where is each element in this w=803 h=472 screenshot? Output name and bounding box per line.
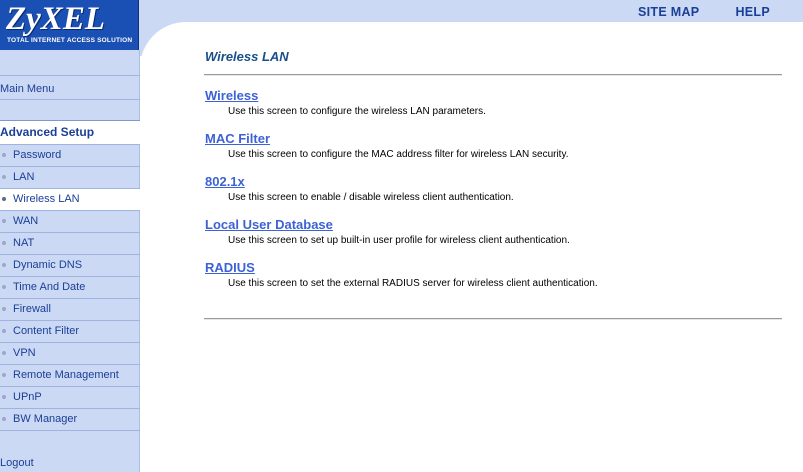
bullet-icon: [2, 263, 6, 267]
bullet-icon: [2, 351, 6, 355]
sidebar-divider: [0, 430, 140, 452]
sidebar-item-label: Content Filter: [13, 325, 80, 337]
sidebar-item-time-and-date[interactable]: Time And Date: [0, 276, 140, 298]
sidebar-item-label: UPnP: [13, 391, 42, 403]
sidebar-item-upnp[interactable]: UPnP: [0, 386, 140, 408]
entry-802-1x: 802.1x Use this screen to enable / disab…: [205, 174, 514, 204]
radius-description: Use this screen to set the external RADI…: [228, 278, 598, 289]
site-map-link[interactable]: SITE MAP: [638, 5, 699, 19]
802-1x-description: Use this screen to enable / disable wire…: [228, 192, 514, 203]
help-link[interactable]: HELP: [735, 5, 770, 19]
top-links: SITE MAP HELP: [638, 5, 770, 19]
sidebar-item-wireless-lan[interactable]: Wireless LAN: [0, 188, 140, 210]
bullet-icon: [2, 417, 6, 421]
sidebar-main-menu[interactable]: Main Menu: [0, 79, 140, 99]
sidebar-item-content-filter[interactable]: Content Filter: [0, 320, 140, 342]
bullet-icon: [2, 153, 6, 157]
sidebar-item-dynamic-dns[interactable]: Dynamic DNS: [0, 254, 140, 276]
sidebar-item-label: LAN: [13, 171, 35, 183]
bullet-icon: [2, 219, 6, 223]
local-user-database-description: Use this screen to set up built-in user …: [228, 235, 570, 246]
sidebar-item-label: Time And Date: [13, 281, 86, 293]
sidebar-item-label: Password: [13, 149, 62, 161]
bullet-icon: [2, 329, 6, 333]
logo-tagline: TOTAL INTERNET ACCESS SOLUTION: [7, 37, 133, 44]
entry-mac-filter: MAC Filter Use this screen to configure …: [205, 131, 569, 161]
802-1x-link[interactable]: 802.1x: [205, 174, 514, 190]
zyxel-logo: ZyXEL TOTAL INTERNET ACCESS SOLUTION: [0, 0, 139, 50]
sidebar-item-label: NAT: [13, 237, 35, 249]
entry-local-user-database: Local User Database Use this screen to s…: [205, 217, 570, 247]
sidebar-item-vpn[interactable]: VPN: [0, 342, 140, 364]
top-divider: [204, 74, 782, 76]
sidebar-item-label: BW Manager: [13, 413, 78, 425]
sidebar-section-advanced-setup: Advanced Setup: [0, 120, 140, 144]
bullet-icon: [2, 373, 6, 377]
sidebar-item-label: WAN: [13, 215, 39, 227]
wireless-link[interactable]: Wireless: [205, 88, 486, 104]
sidebar-logout[interactable]: Logout: [0, 453, 140, 472]
sidebar: Main Menu Advanced Setup Password LAN Wi…: [0, 50, 140, 472]
mac-filter-description: Use this screen to configure the MAC add…: [228, 149, 569, 160]
sidebar-item-label: Firewall: [13, 303, 51, 315]
sidebar-item-password[interactable]: Password: [0, 144, 140, 166]
sidebar-item-label: VPN: [13, 347, 36, 359]
sidebar-item-remote-management[interactable]: Remote Management: [0, 364, 140, 386]
sidebar-divider: [0, 99, 140, 121]
bottom-divider: [204, 318, 782, 320]
sidebar-item-nat[interactable]: NAT: [0, 232, 140, 254]
sidebar-item-label: Dynamic DNS: [13, 259, 83, 271]
bullet-icon: [2, 197, 6, 201]
bullet-icon: [2, 175, 6, 179]
radius-link[interactable]: RADIUS: [205, 260, 598, 276]
entry-wireless: Wireless Use this screen to configure th…: [205, 88, 486, 118]
bullet-icon: [2, 285, 6, 289]
sidebar-item-lan[interactable]: LAN: [0, 166, 140, 188]
local-user-database-link[interactable]: Local User Database: [205, 217, 570, 233]
wireless-description: Use this screen to configure the wireles…: [228, 106, 486, 117]
sidebar-item-label: Remote Management: [13, 369, 119, 381]
logo-text: ZyXEL: [6, 1, 105, 37]
page-title: Wireless LAN: [205, 49, 289, 64]
sidebar-item-wan[interactable]: WAN: [0, 210, 140, 232]
bullet-icon: [2, 241, 6, 245]
bullet-icon: [2, 395, 6, 399]
sidebar-item-firewall[interactable]: Firewall: [0, 298, 140, 320]
sidebar-item-bw-manager[interactable]: BW Manager: [0, 408, 140, 430]
entry-radius: RADIUS Use this screen to set the extern…: [205, 260, 598, 290]
sidebar-item-label: Wireless LAN: [13, 193, 80, 205]
bullet-icon: [2, 307, 6, 311]
mac-filter-link[interactable]: MAC Filter: [205, 131, 569, 147]
